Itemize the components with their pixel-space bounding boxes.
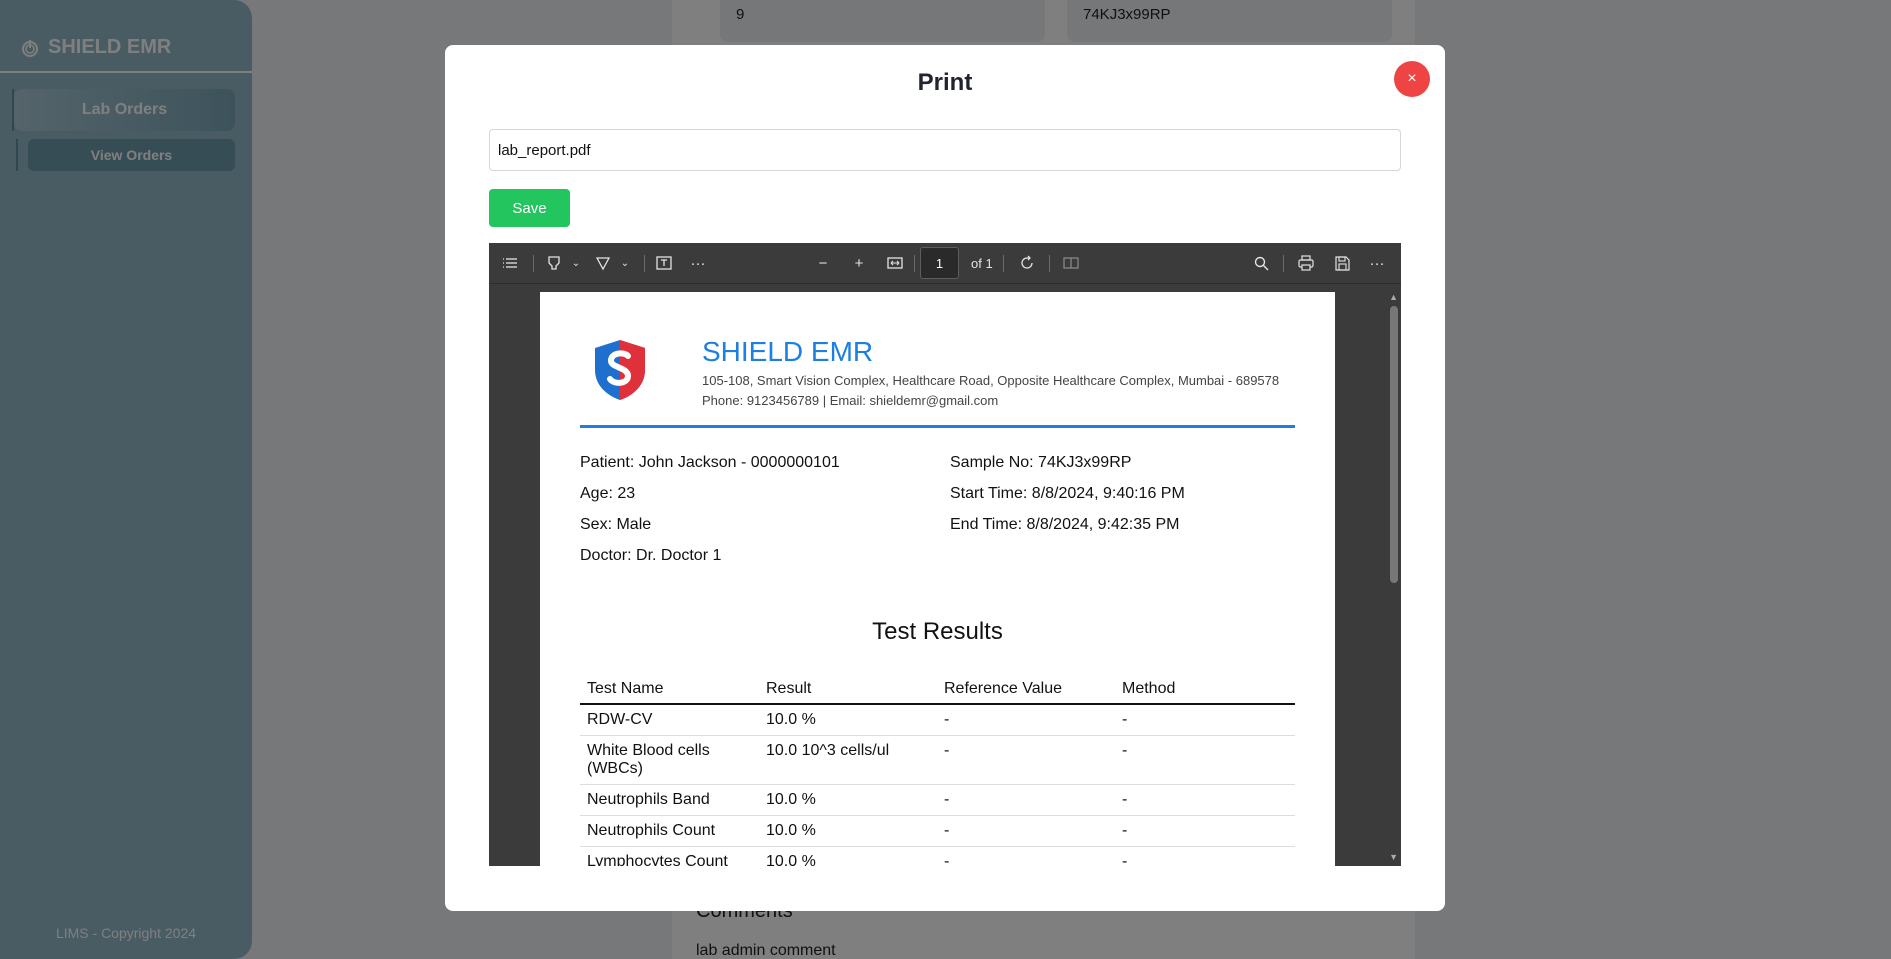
two-page-icon[interactable] xyxy=(1059,251,1083,275)
table-row: White Blood cells (WBCs) 10.0 10^3 cells… xyxy=(580,735,1295,785)
toolbar-separator xyxy=(1283,255,1284,272)
more-icon[interactable]: ··· xyxy=(1365,251,1389,275)
results-header-row: Test Name Result Reference Value Method xyxy=(580,674,1295,705)
report-contact: Phone: 9123456789 | Email: shieldemr@gma… xyxy=(702,393,999,408)
save-icon[interactable] xyxy=(1330,251,1354,275)
cell-result: 10.0 % xyxy=(759,846,937,866)
pdf-viewer: ⌄ ⌄ ··· − + of 1 xyxy=(489,243,1401,866)
cell-reference: - xyxy=(937,704,1115,736)
col-reference: Reference Value xyxy=(937,674,1115,705)
table-row: Neutrophils Band 10.0 % - - xyxy=(580,784,1295,816)
cell-result: 10.0 % xyxy=(759,784,937,816)
start-time: Start Time: 8/8/2024, 9:40:16 PM xyxy=(950,485,1185,502)
patient-sex: Sex: Male xyxy=(580,516,652,533)
results-table: Test Name Result Reference Value Method … xyxy=(580,674,1295,866)
report-clinic-name: SHIELD EMR xyxy=(702,336,874,367)
report-divider xyxy=(580,425,1295,428)
scroll-down-icon[interactable]: ▼ xyxy=(1389,852,1398,862)
zoom-in-icon[interactable]: + xyxy=(847,251,871,275)
report-address: 105-108, Smart Vision Complex, Healthcar… xyxy=(702,373,1280,388)
toolbar-separator xyxy=(533,255,534,272)
print-icon[interactable] xyxy=(1294,251,1318,275)
patient-name: Patient: John Jackson - 0000000101 xyxy=(580,454,840,471)
draw-icon[interactable] xyxy=(591,251,615,275)
cell-reference: - xyxy=(937,815,1115,847)
toolbar-separator xyxy=(644,255,645,272)
cell-method: - xyxy=(1115,704,1295,736)
cell-reference: - xyxy=(937,784,1115,816)
cell-method: - xyxy=(1115,815,1295,847)
scroll-thumb[interactable] xyxy=(1390,306,1398,583)
rotate-icon[interactable] xyxy=(1015,251,1039,275)
cell-reference: - xyxy=(937,735,1115,785)
contents-icon[interactable] xyxy=(498,251,522,275)
table-row: Neutrophils Count 10.0 % - - xyxy=(580,815,1295,847)
cell-method: - xyxy=(1115,784,1295,816)
highlight-icon[interactable] xyxy=(542,251,566,275)
cell-method: - xyxy=(1115,735,1295,785)
save-button[interactable]: Save xyxy=(489,189,570,227)
cell-test-name: RDW-CV xyxy=(580,704,759,736)
col-result: Result xyxy=(759,674,937,705)
cell-result: 10.0 % xyxy=(759,815,937,847)
filename-input[interactable] xyxy=(489,129,1401,171)
chevron-down-icon[interactable]: ⌄ xyxy=(564,251,588,275)
cell-result: 10.0 10^3 cells/ul xyxy=(759,735,937,785)
page-total: of 1 xyxy=(971,256,993,271)
page-number-input[interactable] xyxy=(920,247,959,279)
more-icon[interactable]: ··· xyxy=(686,251,710,275)
fit-page-icon[interactable] xyxy=(883,251,907,275)
cell-test-name: Neutrophils Band xyxy=(580,784,759,816)
scroll-up-icon[interactable]: ▲ xyxy=(1389,292,1398,302)
results-title: Test Results xyxy=(872,618,1003,645)
cell-reference: - xyxy=(937,846,1115,866)
zoom-out-icon[interactable]: − xyxy=(811,251,835,275)
patient-age: Age: 23 xyxy=(580,485,636,502)
shield-logo-icon xyxy=(595,340,645,400)
cell-result: 10.0 % xyxy=(759,704,937,736)
print-modal: Print × Save ⌄ ⌄ ··· − + xyxy=(445,45,1445,911)
table-row: Lymphocytes Count 10.0 % - - xyxy=(580,846,1295,866)
col-test-name: Test Name xyxy=(580,674,759,705)
chevron-down-icon[interactable]: ⌄ xyxy=(613,251,637,275)
cell-test-name: Neutrophils Count xyxy=(580,815,759,847)
pdf-page: SHIELD EMR 105-108, Smart Vision Complex… xyxy=(540,292,1335,866)
col-method: Method xyxy=(1115,674,1295,705)
toolbar-separator xyxy=(1003,255,1004,272)
modal-title: Print xyxy=(917,69,973,96)
cell-test-name: Lymphocytes Count xyxy=(580,846,759,866)
end-time: End Time: 8/8/2024, 9:42:35 PM xyxy=(950,516,1180,533)
cell-method: - xyxy=(1115,846,1295,866)
cell-test-name: White Blood cells (WBCs) xyxy=(580,735,759,785)
toolbar-separator xyxy=(1049,255,1050,272)
toolbar-separator xyxy=(914,255,915,272)
table-row: RDW-CV 10.0 % - - xyxy=(580,704,1295,736)
sample-number: Sample No: 74KJ3x99RP xyxy=(950,454,1132,471)
patient-doctor: Doctor: Dr. Doctor 1 xyxy=(580,547,722,564)
close-button[interactable]: × xyxy=(1394,61,1430,97)
search-icon[interactable] xyxy=(1249,251,1273,275)
text-icon[interactable] xyxy=(652,251,676,275)
pdf-toolbar: ⌄ ⌄ ··· − + of 1 xyxy=(489,243,1401,284)
